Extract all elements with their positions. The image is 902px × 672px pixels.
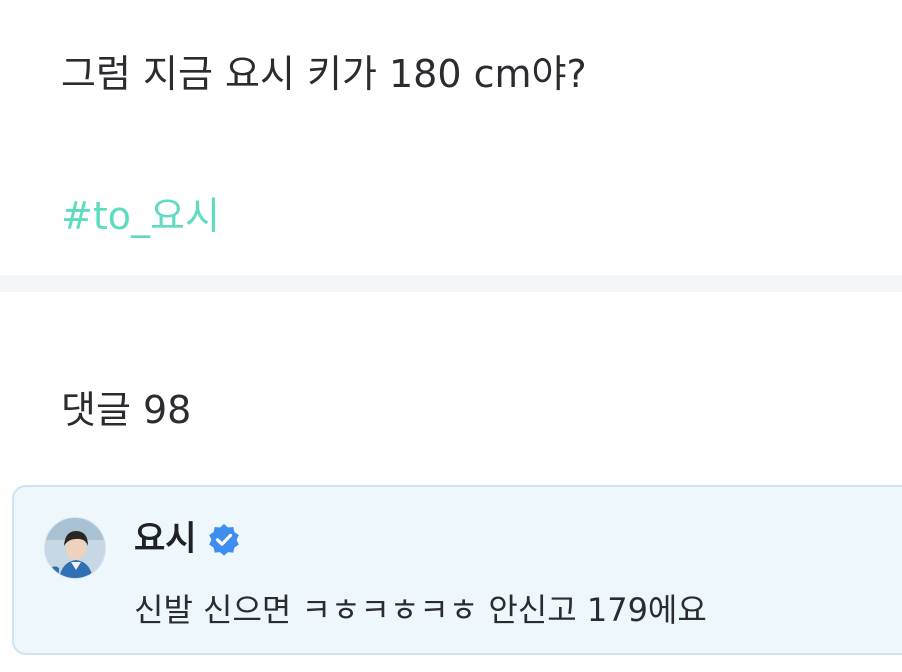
section-divider: [0, 275, 902, 292]
avatar-image: [45, 518, 105, 578]
comment-body-text: 신발 신으면 ㅋㅎㅋㅎㅋㅎ 안신고 179에요: [134, 591, 707, 629]
comment-author-row: 요시: [134, 517, 241, 561]
verified-badge-icon: [207, 522, 241, 556]
avatar[interactable]: [44, 517, 106, 579]
post-detail-page: 그럼 지금 요시 키가 180 cm야? #to_요시 댓글 98 요시 신발 …: [0, 0, 902, 672]
comments-count-header: 댓글 98: [61, 388, 192, 432]
post-body-text: 그럼 지금 요시 키가 180 cm야?: [61, 52, 587, 96]
post-hashtag-link[interactable]: #to_요시: [61, 190, 220, 242]
comment-item[interactable]: 요시 신발 신으면 ㅋㅎㅋㅎㅋㅎ 안신고 179에요: [12, 485, 902, 655]
comment-author-name[interactable]: 요시: [134, 517, 197, 561]
